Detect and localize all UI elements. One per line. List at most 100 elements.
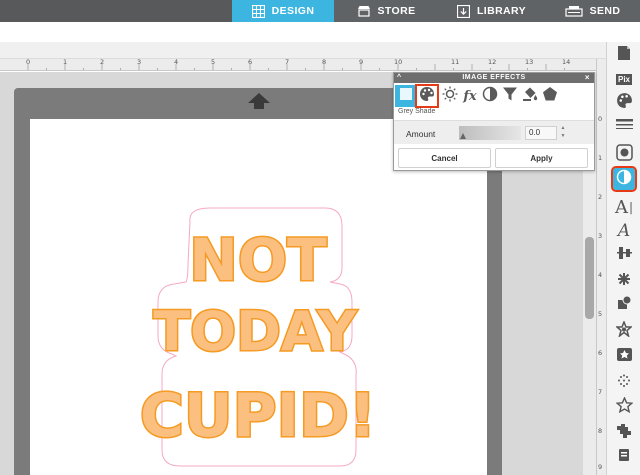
fx-icon: fx [463,88,477,104]
v-ruler-number: 2 [598,193,603,201]
h-ruler-number: 6 [248,59,253,66]
amount-row: Amount 0.0 ▲ ▼ [394,120,594,144]
blank-effect-button[interactable] [395,85,417,107]
replicate-tool[interactable] [613,270,635,292]
top-nav-bar: DESIGN STORE LIBRARY SEND [0,0,640,22]
h-ruler-number: 14 [562,59,571,66]
v-ruler-number: 0 [598,115,603,123]
header-strip [0,22,640,42]
h-ruler-number: 13 [525,59,534,66]
align-icon [616,245,633,266]
grid-icon [251,4,265,18]
library-heart-icon [616,373,632,394]
transform-tool[interactable] [613,294,635,316]
page-setup-icon [616,45,632,66]
h-ruler-number: 12 [488,59,497,66]
offset-star-icon [616,347,633,368]
h-ruler-number: 10 [394,59,403,66]
text-style-tool[interactable]: A [613,220,635,242]
brightness-sun-icon [442,86,458,107]
effects-row: fx [394,83,594,108]
cancel-button[interactable]: Cancel [398,148,491,168]
apply-button[interactable]: Apply [495,148,588,168]
palette-effect-button[interactable] [415,84,439,108]
h-ruler-number: 5 [211,59,216,66]
pixscan-tool[interactable]: Pix [613,68,635,90]
panel-titlebar: ^ IMAGE EFFECTS × [394,73,594,83]
tab-send[interactable]: SEND [545,0,640,22]
tab-store-label: STORE [377,5,416,17]
scrollbar-thumb[interactable] [585,237,594,319]
send-icon [565,5,583,17]
sticker-line-1: NOT [189,226,327,294]
page-area: NOT TODAY CUPID! [30,119,487,475]
pixscan-icon: Pix [615,73,632,85]
store-icon [357,5,371,17]
v-ruler-number: 7 [598,388,603,396]
h-ruler-number: 8 [322,59,327,66]
star-outline-tool[interactable] [613,422,635,444]
amount-input[interactable]: 0.0 [525,126,557,140]
shape-effect-button[interactable] [540,86,560,106]
horizontal-ruler: 0 1 2 3 4 5 6 7 8 9 10 11 12 13 14 [0,59,596,71]
trace-tool[interactable] [613,144,635,166]
contrast-icon [482,86,498,107]
page-setup-tool[interactable] [613,44,635,66]
vertical-ruler: 0 1 2 3 4 5 6 7 8 9 [596,59,606,475]
v-ruler-number: 6 [598,349,603,357]
fill-effect-button[interactable] [520,86,540,106]
fx-effect-button[interactable]: fx [460,86,480,106]
h-ruler-number: 2 [100,59,105,66]
palette-icon [419,86,435,107]
star-outline-icon [616,423,632,444]
filter-effect-button[interactable] [500,86,520,106]
sticker-line-2: TODAY [153,300,357,363]
v-ruler-number: 9 [598,463,603,471]
pixscan-label: Pix [617,74,630,84]
replicate-icon [616,271,632,292]
h-ruler-number: 11 [451,59,460,66]
modify-tool[interactable] [613,319,635,342]
amount-slider[interactable] [459,126,521,140]
text-icon: A [614,196,628,218]
puzzle-tool[interactable] [613,446,635,468]
v-ruler-number: 4 [598,271,603,279]
sticker-artwork[interactable]: NOT TODAY CUPID! [138,204,378,475]
sketch-tool[interactable] [613,395,635,418]
library-favorites-tool[interactable] [613,372,635,394]
h-ruler-number: 1 [63,59,68,66]
fill-tool[interactable] [613,92,635,114]
text-style-icon: A [617,221,631,241]
design-toolbar [0,42,606,59]
image-effects-icon [616,169,632,190]
paint-bucket-icon [522,86,538,107]
panel-close-icon[interactable]: × [585,73,590,83]
tab-store[interactable]: STORE [334,0,438,22]
sketch-dots-icon [614,395,634,418]
image-effects-panel: ^ IMAGE EFFECTS × fx Grey Shade Amount 0… [393,72,595,171]
send-cut-tool[interactable] [613,470,635,475]
image-effects-tool[interactable] [611,166,637,192]
modify-icon [615,319,633,342]
align-tool[interactable] [613,244,635,266]
tab-library[interactable]: LIBRARY [438,0,545,22]
blank-effect-icon [399,87,413,106]
v-ruler-number: 1 [598,154,603,162]
contrast-effect-button[interactable] [480,86,500,106]
amount-stepper[interactable]: ▲ ▼ [560,124,566,142]
brightness-effect-button[interactable] [440,86,460,106]
effect-name-label: Grey Shade [398,108,436,115]
h-ruler-number: 4 [174,59,179,66]
slider-knob[interactable] [460,133,466,139]
trace-icon [615,144,633,166]
line-style-tool[interactable] [613,116,635,138]
right-toolbar: Pix A | A [606,42,640,475]
puzzle-icon [616,447,632,468]
app-window: DESIGN STORE LIBRARY SEND 0 1 2 3 4 5 6 … [0,0,640,475]
panel-collapse-icon[interactable]: ^ [397,73,402,83]
h-ruler-number: 7 [285,59,290,66]
tab-design[interactable]: DESIGN [232,0,334,22]
offset-tool[interactable] [613,346,635,368]
text-tool[interactable]: A | [613,196,635,218]
feed-direction-arrow-icon[interactable] [247,92,271,110]
